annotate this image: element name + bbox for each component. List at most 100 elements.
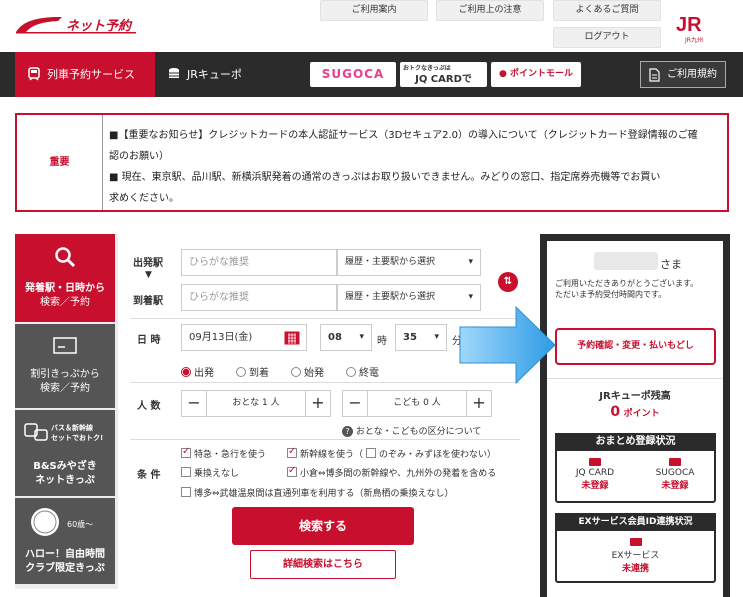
- check-kokura-hakata[interactable]: 小倉⇔博多間の新幹線や、九州外の発着を含める: [287, 465, 496, 479]
- omatome-title: おまとめ登録状況: [555, 433, 716, 451]
- ex-status[interactable]: EXサービス 未連携: [555, 538, 716, 574]
- check-no-transfer[interactable]: 乗換えなし: [181, 466, 239, 479]
- top-header: ネット予約 ご利用案内 ご利用上の注意 よくあるご質問 ログアウト JR JR九…: [0, 0, 743, 52]
- date-input[interactable]: 09月13日(金): [181, 324, 307, 351]
- check-no-nozomi[interactable]: のぞみ・みずほを使わない）: [366, 447, 496, 460]
- notice-line: 求めください。: [109, 193, 179, 204]
- guide-link[interactable]: ご利用案内: [320, 0, 428, 21]
- jqcard-status-value: 未登録: [581, 481, 609, 491]
- tab-label: 発着駅・日時から: [25, 283, 105, 294]
- radio-first-train[interactable]: 始発: [291, 364, 324, 379]
- swap-stations-icon[interactable]: ⇅: [498, 272, 518, 292]
- child-plus-button[interactable]: +: [466, 390, 492, 417]
- age-badge: 60歳〜: [67, 520, 94, 529]
- jqcard-status[interactable]: JQ CARD 未登録: [565, 458, 625, 491]
- ex-service-label: EXサービス: [611, 551, 660, 561]
- tab-sublabel: ネットきっぷ: [35, 475, 95, 486]
- nav-label: JRキューポ: [187, 68, 242, 81]
- checkbox: [287, 446, 297, 458]
- check-shinkansen[interactable]: 新幹線を使う（: [287, 446, 363, 460]
- hour-select[interactable]: 08 ▾: [320, 324, 372, 351]
- date-value: 09月13日(金): [189, 332, 253, 343]
- age-category-link[interactable]: ? おとな・こどもの区分について: [342, 424, 481, 437]
- points-unit: ポイント: [623, 409, 660, 419]
- adult-plus-button[interactable]: +: [305, 390, 331, 417]
- conditions-label: 条 件: [137, 470, 161, 481]
- arrival-station-input[interactable]: ひらがな推奨: [181, 284, 337, 311]
- help-icon: ?: [342, 426, 353, 437]
- jqcard-promo[interactable]: おトクなきっぷは JQ CARDで: [400, 62, 487, 87]
- reservation-manage-button[interactable]: 予約確認・変更・払いもどし: [555, 328, 716, 365]
- caution-link[interactable]: ご利用上の注意: [436, 0, 544, 21]
- chevron-down-icon: ▾: [434, 332, 439, 342]
- faq-link[interactable]: よくあるご質問: [553, 0, 661, 21]
- checkbox: [181, 467, 191, 477]
- notice-label: 重要: [17, 115, 103, 210]
- search-button[interactable]: 検索する: [232, 507, 414, 545]
- departure-label: 出発駅: [133, 258, 163, 269]
- check-label: 博多⇔武雄温泉間は直通列車を利用する（新鳥栖の乗換えなし）: [194, 489, 454, 499]
- calendar-icon: [284, 331, 300, 345]
- radio-last-train[interactable]: 終電: [346, 364, 379, 379]
- jr-kyushu-logo: JR JR九州: [676, 14, 712, 44]
- jqcard-label: JQ CARD: [575, 468, 615, 478]
- points-value: 0: [610, 404, 621, 420]
- radio-arrival[interactable]: 到着: [236, 364, 269, 379]
- child-count: こども 0 人: [368, 390, 466, 417]
- departure-history-select[interactable]: 履歴・主要駅から選択 ▾: [337, 249, 481, 276]
- arrival-label: 到着駅: [133, 296, 163, 307]
- card-icon: [669, 458, 681, 466]
- jqcard-promo-main: JQ CARDで: [415, 74, 472, 85]
- ticket-icon: [53, 337, 77, 354]
- radio-label: 到着: [249, 368, 269, 379]
- select-label: 履歴・主要駅から選択: [345, 292, 436, 302]
- radio-departure[interactable]: 出発: [181, 364, 214, 379]
- nav-train-reservation[interactable]: 列車予約サービス: [15, 52, 155, 97]
- terms-button[interactable]: ご利用規約: [640, 61, 726, 88]
- tab-bs-miyazaki[interactable]: バス＆新幹線 セットでおトク! B&Sみやざき ネットきっぷ: [15, 410, 115, 496]
- tab-hello-jiyujikan[interactable]: 60歳〜 ハロー！自由時間 クラブ限定きっぷ: [15, 498, 115, 584]
- pointer-arrow-icon: [459, 305, 556, 385]
- checkbox: [181, 487, 191, 497]
- adult-minus-button[interactable]: −: [181, 390, 207, 417]
- search-icon: [55, 247, 76, 268]
- notice-line: 認のお願い）: [109, 151, 169, 162]
- radio-label: 出発: [194, 368, 214, 379]
- nav-jr-qpo[interactable]: JRキューポ: [155, 52, 295, 97]
- hour-value: 08: [328, 332, 342, 343]
- sugoca-label: SUGOCA: [655, 468, 695, 478]
- card-icon: [589, 458, 601, 466]
- point-mall-label: ポイントモール: [509, 69, 573, 79]
- honorific: さま: [660, 258, 682, 271]
- minute-select[interactable]: 35 ▾: [395, 324, 447, 351]
- ex-title: EXサービス会員ID連携状況: [555, 513, 716, 531]
- notice-line: ■ 現在、東京駅、品川駅、新横浜駅発着の通常のきっぷはお取り扱いできません。みど…: [109, 172, 661, 183]
- points-title: JRキューポ残高: [599, 391, 671, 402]
- hello-club-icon: [31, 508, 59, 536]
- radio-label: 始発: [304, 368, 324, 379]
- checkbox: [366, 448, 376, 458]
- check-hakata-takeo[interactable]: 博多⇔武雄温泉間は直通列車を利用する（新鳥栖の乗換えなし）: [181, 486, 454, 499]
- tab-discount-ticket[interactable]: 割引きっぷから 検索／予約: [15, 324, 115, 408]
- notice-link-3dsecure[interactable]: ■【重要なお知らせ】クレジットカードの本人認証サービス（3Dセキュア2.0）の導…: [109, 125, 721, 146]
- net-yoyaku-logo[interactable]: ネット予約: [14, 12, 138, 38]
- tab-sublabel: 検索／予約: [40, 297, 90, 308]
- bus-train-icon: [24, 423, 48, 441]
- child-minus-button[interactable]: −: [342, 390, 368, 417]
- main-nav: 列車予約サービス JRキューポ SUGOCA おトクなきっぷは JQ CARDで…: [0, 52, 743, 97]
- tab-station-datetime[interactable]: 発着駅・日時から 検索／予約: [15, 234, 115, 322]
- sugoca-promo[interactable]: SUGOCA: [310, 62, 396, 87]
- terms-label: ご利用規約: [667, 69, 717, 80]
- jr-sub: JR九州: [685, 37, 703, 44]
- points-balance: 0 ポイント: [547, 404, 723, 420]
- jr-mark: JR: [676, 14, 702, 36]
- check-limited-express[interactable]: 特急・急行を使う: [181, 446, 267, 460]
- important-notice: 重要 ■【重要なお知らせ】クレジットカードの本人認証サービス（3Dセキュア2.0…: [15, 113, 729, 212]
- point-mall-promo[interactable]: ● ポイントモール: [491, 62, 581, 87]
- sugoca-status[interactable]: SUGOCA 未登録: [645, 458, 705, 491]
- advanced-search-button[interactable]: 詳細検索はこちら: [250, 550, 396, 579]
- adult-count: おとな 1 人: [207, 390, 305, 417]
- logout-button[interactable]: ログアウト: [553, 27, 661, 48]
- check-label: 特急・急行を使う: [194, 450, 267, 460]
- departure-station-input[interactable]: ひらがな推奨: [181, 249, 337, 276]
